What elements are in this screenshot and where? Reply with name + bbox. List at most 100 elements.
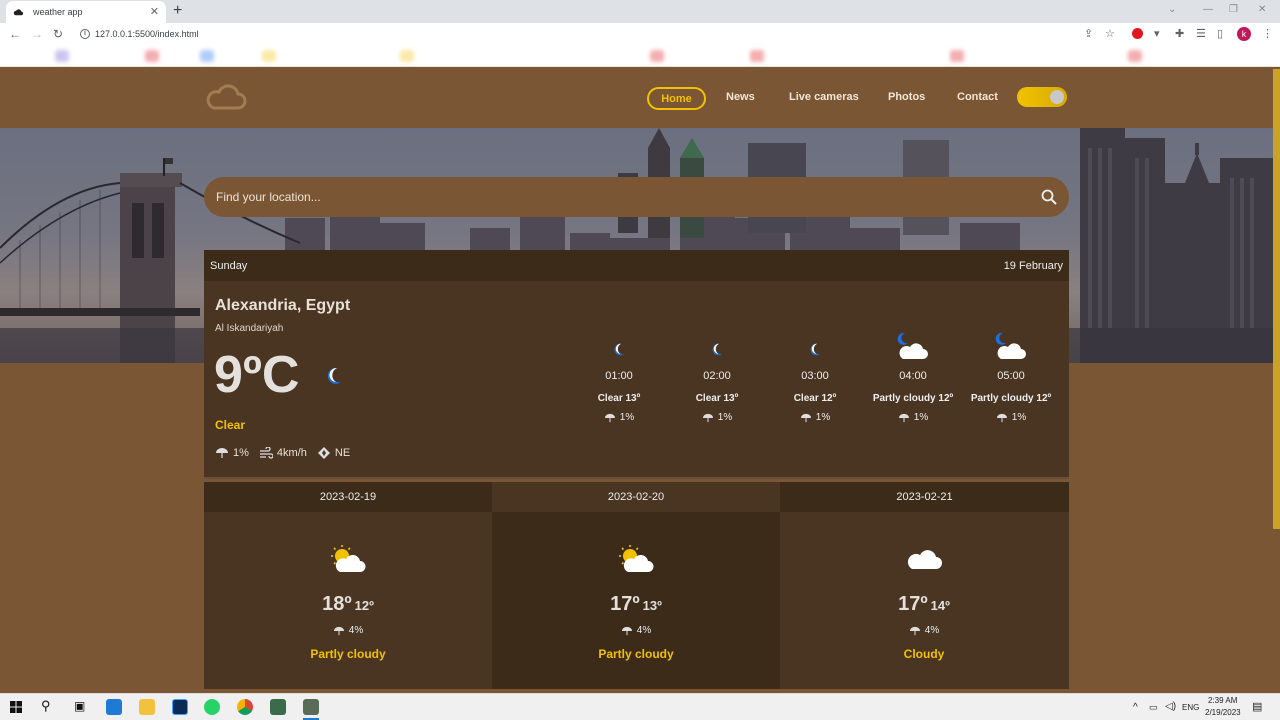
weather-site: Home News Live cameras Photos Contact Su… bbox=[0, 67, 1280, 693]
day-date: 2023-02-20 bbox=[492, 482, 780, 512]
scrollbar[interactable] bbox=[1273, 69, 1280, 529]
umbrella-icon bbox=[898, 413, 909, 422]
umbrella-icon bbox=[621, 626, 632, 635]
hour-condition: Partly cloudy 12º bbox=[872, 393, 954, 404]
moon-icon bbox=[712, 343, 723, 356]
bookmark-favicon-icon[interactable] bbox=[750, 50, 764, 62]
app-icon[interactable] bbox=[270, 699, 286, 715]
notifications-icon[interactable]: ▤ bbox=[1252, 700, 1262, 713]
hour-time: 04:00 bbox=[899, 370, 927, 382]
share-icon[interactable]: ⇪ bbox=[1084, 28, 1093, 40]
back-icon[interactable]: ← bbox=[9, 27, 21, 41]
bookmark-star-icon[interactable]: ☆ bbox=[1105, 28, 1115, 40]
clock-time[interactable]: 2:39 AM bbox=[1208, 696, 1237, 705]
hour-condition: Partly cloudy 12º bbox=[970, 393, 1052, 404]
task-view-icon[interactable]: ▣ bbox=[74, 699, 85, 713]
bookmark-favicon-icon[interactable] bbox=[650, 50, 664, 62]
day-rain: 4% bbox=[780, 625, 1068, 636]
umbrella-icon bbox=[909, 626, 920, 635]
app-icon[interactable] bbox=[303, 699, 319, 715]
location-search bbox=[204, 177, 1069, 217]
browser-tab[interactable]: weather app ✕ bbox=[6, 1, 166, 23]
chevron-up-icon[interactable]: ^ bbox=[1133, 702, 1138, 713]
side-panel-icon[interactable]: ▯ bbox=[1217, 28, 1223, 40]
nav-news[interactable]: News bbox=[726, 87, 755, 110]
forward-icon[interactable]: → bbox=[31, 27, 43, 41]
nav-photos[interactable]: Photos bbox=[888, 87, 925, 110]
tab-title: weather app bbox=[33, 7, 83, 17]
file-explorer-icon[interactable] bbox=[139, 699, 155, 715]
whatsapp-icon[interactable] bbox=[204, 699, 220, 715]
new-tab-button[interactable]: + bbox=[173, 2, 182, 20]
hourly-forecast-item: 03:00 Clear 12º 1% bbox=[765, 337, 865, 423]
language-indicator[interactable]: ENG bbox=[1182, 703, 1199, 712]
nav-live-cameras[interactable]: Live cameras bbox=[789, 87, 859, 110]
hourly-forecast-item: 01:00 Clear 13º 1% bbox=[569, 337, 669, 423]
photoshop-icon[interactable] bbox=[172, 699, 188, 715]
day-condition: Partly cloudy bbox=[310, 647, 386, 661]
sun-cloud-icon bbox=[619, 545, 654, 572]
umbrella-icon bbox=[800, 413, 811, 422]
opera-extension-icon[interactable] bbox=[1132, 28, 1143, 39]
day-low: 14º bbox=[930, 598, 950, 613]
city-name: Alexandria, Egypt bbox=[215, 297, 351, 314]
site-info-icon[interactable]: i bbox=[80, 29, 90, 39]
bookmark-favicon-icon[interactable] bbox=[55, 50, 69, 62]
search-icon[interactable] bbox=[1041, 189, 1057, 205]
cloud-favicon-icon bbox=[13, 8, 24, 15]
umbrella-icon bbox=[333, 626, 344, 635]
reload-icon[interactable]: ↻ bbox=[53, 27, 63, 41]
hour-condition: Clear 13º bbox=[597, 393, 641, 404]
hour-rain-value: 1% bbox=[619, 412, 635, 423]
nav-contact[interactable]: Contact bbox=[957, 87, 998, 110]
daily-forecast-card: 2023-02-21 17º 14º 4% Cloudy bbox=[780, 482, 1069, 689]
volume-icon[interactable]: ◁) bbox=[1165, 701, 1176, 712]
search-input[interactable] bbox=[216, 177, 1016, 217]
reading-list-icon[interactable]: ☰ bbox=[1196, 28, 1206, 40]
search-icon[interactable]: ⚲ bbox=[41, 698, 51, 714]
vpn-extension-icon[interactable]: ▾ bbox=[1154, 28, 1160, 40]
close-window-icon[interactable]: ✕ bbox=[1258, 4, 1266, 15]
bookmark-favicon-icon[interactable] bbox=[200, 50, 214, 62]
current-date: 19 February bbox=[1003, 260, 1063, 272]
chrome-icon[interactable] bbox=[237, 699, 253, 715]
vscode-icon[interactable] bbox=[106, 699, 122, 715]
day-rain-value: 4% bbox=[636, 625, 652, 636]
hour-rain: 1% bbox=[667, 412, 767, 423]
restore-icon[interactable]: ❐ bbox=[1229, 4, 1238, 15]
daily-forecast-card: 2023-02-19 18º 12º 4% Partly cloudy bbox=[204, 482, 492, 689]
bookmark-favicon-icon[interactable] bbox=[262, 50, 276, 62]
hour-condition: Clear 13º bbox=[695, 393, 739, 404]
address-bar[interactable]: 127.0.0.1:5500/index.html bbox=[95, 29, 199, 39]
day-temperatures: 17º 13º bbox=[492, 593, 780, 616]
clock-date[interactable]: 2/19/2023 bbox=[1205, 708, 1241, 717]
umbrella-icon bbox=[702, 413, 713, 422]
bookmark-favicon-icon[interactable] bbox=[145, 50, 159, 62]
hour-rain-value: 1% bbox=[913, 412, 929, 423]
toggle-knob bbox=[1050, 90, 1064, 104]
bookmark-favicon-icon[interactable] bbox=[400, 50, 414, 62]
bookmark-favicon-icon[interactable] bbox=[950, 50, 964, 62]
profile-avatar[interactable]: k bbox=[1237, 27, 1251, 41]
moon-cloud-icon bbox=[995, 332, 1026, 359]
cloud-logo-icon[interactable] bbox=[204, 84, 248, 112]
close-tab-icon[interactable]: ✕ bbox=[150, 6, 159, 18]
moon-icon bbox=[614, 343, 625, 356]
collapse-icon[interactable]: ⌄ bbox=[1168, 4, 1176, 15]
day-low: 13º bbox=[642, 598, 662, 613]
bookmark-favicon-icon[interactable] bbox=[1128, 50, 1142, 62]
extensions-puzzle-icon[interactable]: ✚ bbox=[1175, 28, 1184, 40]
network-icon[interactable]: ▭ bbox=[1149, 702, 1158, 713]
browser-toolbar: ← → ↻ i 127.0.0.1:5500/index.html ⇪ ☆ ▾ … bbox=[0, 23, 1280, 45]
theme-toggle[interactable] bbox=[1017, 87, 1067, 107]
minimize-icon[interactable]: — bbox=[1203, 4, 1213, 15]
compass-icon bbox=[317, 447, 330, 459]
rain-value: 1% bbox=[233, 447, 249, 459]
windows-start-icon[interactable] bbox=[10, 701, 22, 713]
nav-home[interactable]: Home bbox=[647, 87, 706, 110]
sun-cloud-icon bbox=[331, 545, 366, 572]
day-low: 12º bbox=[354, 598, 374, 613]
day-rain: 4% bbox=[204, 625, 492, 636]
menu-kebab-icon[interactable]: ⋮ bbox=[1262, 28, 1273, 40]
day-date: 2023-02-19 bbox=[204, 482, 492, 512]
